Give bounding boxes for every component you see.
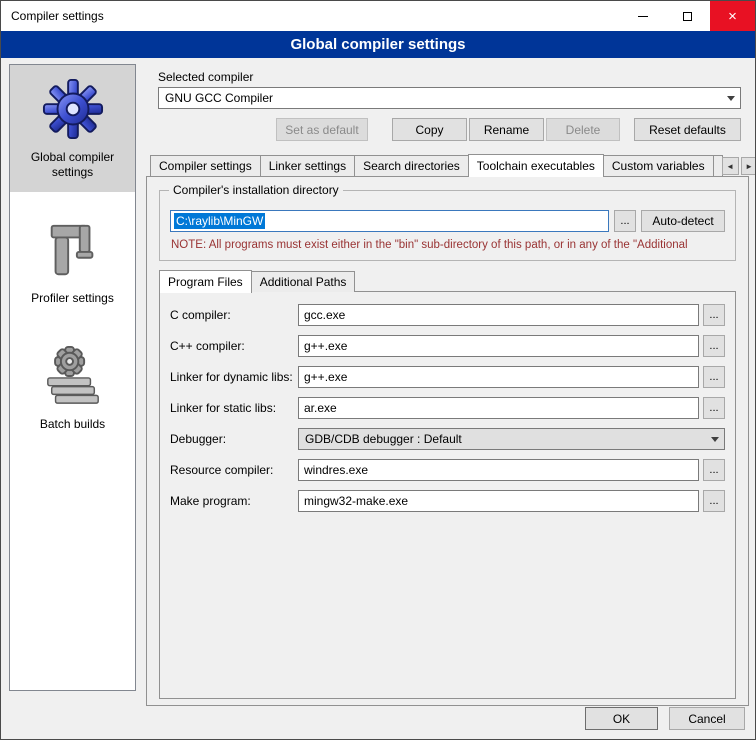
selected-compiler-value: GNU GCC Compiler <box>165 91 273 105</box>
browse-cpp-compiler-button[interactable]: ... <box>703 335 725 357</box>
field-label: Debugger: <box>170 432 298 446</box>
chevron-down-icon <box>722 88 740 108</box>
field-row-resource-compiler: Resource compiler: ... <box>170 459 725 481</box>
installation-directory-group-title: Compiler's installation directory <box>169 183 343 197</box>
main-panel: Selected compiler GNU GCC Compiler Set a… <box>146 64 749 706</box>
batch-builds-icon <box>42 345 104 407</box>
dialog-header-title: Global compiler settings <box>290 36 465 53</box>
arrow-left-icon: ◄ <box>726 162 734 171</box>
browse-directory-button[interactable]: ... <box>614 210 636 232</box>
field-row-dynamic-linker: Linker for dynamic libs: ... <box>170 366 725 388</box>
installation-directory-input[interactable]: C:\raylib\MinGW <box>170 210 609 232</box>
dialog-footer: OK Cancel <box>585 707 745 730</box>
sidebar-item-profiler-settings[interactable]: Profiler settings <box>10 206 135 318</box>
installation-directory-group: Compiler's installation directory C:\ray… <box>159 190 736 261</box>
field-row-static-linker: Linker for static libs: ... <box>170 397 725 419</box>
tab-scroll-right-button[interactable]: ► <box>741 157 756 175</box>
tab-linker-settings[interactable]: Linker settings <box>260 155 355 176</box>
selected-compiler-label: Selected compiler <box>158 70 749 84</box>
tab-custom-variables[interactable]: Custom variables <box>603 155 714 176</box>
c-compiler-input[interactable] <box>298 304 699 326</box>
minimize-button[interactable] <box>620 1 665 31</box>
settings-category-list: Global compiler settings Profiler settin… <box>9 64 136 691</box>
window-title: Compiler settings <box>1 9 104 23</box>
field-label: C++ compiler: <box>170 339 298 353</box>
tab-compiler-settings[interactable]: Compiler settings <box>150 155 261 176</box>
field-row-debugger: Debugger: GDB/CDB debugger : Default <box>170 428 725 450</box>
chevron-down-icon <box>706 429 724 449</box>
dialog-header: Global compiler settings <box>1 31 755 58</box>
field-wrap: ... <box>298 490 725 512</box>
compiler-settings-dialog: Compiler settings × Global compiler sett… <box>0 0 756 740</box>
debugger-combobox[interactable]: GDB/CDB debugger : Default <box>298 428 725 450</box>
settings-tabs: Compiler settings Linker settings Search… <box>146 154 749 176</box>
toolchain-executables-panel: Compiler's installation directory C:\ray… <box>146 176 749 706</box>
field-wrap: ... <box>298 366 725 388</box>
reset-defaults-button[interactable]: Reset defaults <box>634 118 741 141</box>
browse-make-program-button[interactable]: ... <box>703 490 725 512</box>
browse-c-compiler-button[interactable]: ... <box>703 304 725 326</box>
resource-compiler-input[interactable] <box>298 459 699 481</box>
sidebar-item-label: Batch builds <box>40 417 105 432</box>
debugger-value: GDB/CDB debugger : Default <box>305 432 462 446</box>
cancel-button[interactable]: Cancel <box>669 707 745 730</box>
install-note: NOTE: All programs must exist either in … <box>171 239 725 251</box>
ok-button[interactable]: OK <box>585 707 658 730</box>
field-wrap: GDB/CDB debugger : Default <box>298 428 725 450</box>
close-button[interactable]: × <box>710 1 755 31</box>
program-tabs: Program Files Additional Paths <box>159 270 748 292</box>
maximize-button[interactable] <box>665 1 710 31</box>
browse-resource-compiler-button[interactable]: ... <box>703 459 725 481</box>
tab-scroll-left-button[interactable]: ◄ <box>722 157 739 175</box>
gear-icon <box>42 78 104 140</box>
static-linker-input[interactable] <box>298 397 699 419</box>
field-row-make-program: Make program: ... <box>170 490 725 512</box>
installation-directory-value: C:\raylib\MinGW <box>174 213 265 229</box>
close-icon: × <box>728 8 737 25</box>
dynamic-linker-input[interactable] <box>298 366 699 388</box>
field-wrap: ... <box>298 304 725 326</box>
installation-directory-row: C:\raylib\MinGW ... Auto-detect <box>170 210 725 232</box>
copy-button[interactable]: Copy <box>392 118 467 141</box>
cpp-compiler-input[interactable] <box>298 335 699 357</box>
program-files-panel: C compiler: ... C++ compiler: ... Linker… <box>159 291 736 699</box>
field-label: Make program: <box>170 494 298 508</box>
field-row-c-compiler: C compiler: ... <box>170 304 725 326</box>
tab-search-directories[interactable]: Search directories <box>354 155 469 176</box>
rename-button[interactable]: Rename <box>469 118 544 141</box>
selected-compiler-combobox[interactable]: GNU GCC Compiler <box>158 87 741 109</box>
arrow-right-icon: ► <box>745 162 753 171</box>
field-wrap: ... <box>298 397 725 419</box>
field-wrap: ... <box>298 459 725 481</box>
set-as-default-button[interactable]: Set as default <box>276 118 368 141</box>
field-label: Linker for dynamic libs: <box>170 370 298 384</box>
minimize-icon <box>638 16 648 17</box>
tab-additional-paths[interactable]: Additional Paths <box>251 271 356 292</box>
compiler-actions: Set as default Copy Rename Delete Reset … <box>158 118 741 141</box>
profiler-icon <box>42 219 104 281</box>
field-row-cpp-compiler: C++ compiler: ... <box>170 335 725 357</box>
titlebar[interactable]: Compiler settings × <box>1 1 755 31</box>
sidebar-item-global-compiler-settings[interactable]: Global compiler settings <box>10 65 135 192</box>
field-label: Resource compiler: <box>170 463 298 477</box>
tab-program-files[interactable]: Program Files <box>159 270 252 293</box>
maximize-icon <box>683 12 692 21</box>
make-program-input[interactable] <box>298 490 699 512</box>
field-label: Linker for static libs: <box>170 401 298 415</box>
field-wrap: ... <box>298 335 725 357</box>
window-controls: × <box>620 1 755 31</box>
sidebar-item-label: Profiler settings <box>31 291 114 306</box>
delete-button[interactable]: Delete <box>546 118 620 141</box>
field-label: C compiler: <box>170 308 298 322</box>
sidebar-item-label: Global compiler settings <box>14 150 131 180</box>
browse-dynamic-linker-button[interactable]: ... <box>703 366 725 388</box>
tab-scroll-buttons: ◄ ► <box>722 157 756 175</box>
auto-detect-button[interactable]: Auto-detect <box>641 210 725 232</box>
browse-static-linker-button[interactable]: ... <box>703 397 725 419</box>
sidebar-item-batch-builds[interactable]: Batch builds <box>10 332 135 444</box>
tab-toolchain-executables[interactable]: Toolchain executables <box>468 154 604 177</box>
